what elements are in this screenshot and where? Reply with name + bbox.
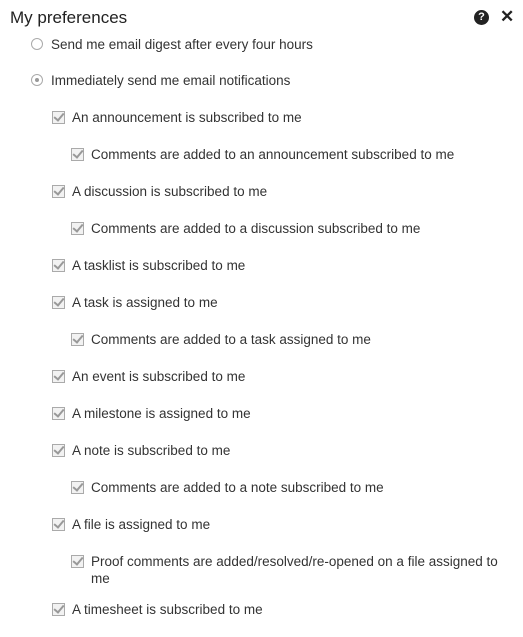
option-discussion-comments[interactable]: Comments are added to a discussion subsc…: [71, 220, 420, 237]
radio-label: Send me email digest after every four ho…: [51, 37, 313, 52]
option-task[interactable]: A task is assigned to me: [52, 294, 218, 311]
checkbox[interactable]: [52, 296, 65, 309]
radio-immediate-option[interactable]: Immediately send me email notifications: [31, 72, 290, 89]
option-announcement-comments[interactable]: Comments are added to an announcement su…: [71, 146, 454, 163]
option-label: A timesheet is subscribed to me: [72, 602, 263, 617]
option-note-comments[interactable]: Comments are added to a note subscribed …: [71, 479, 384, 496]
checkbox[interactable]: [71, 333, 84, 346]
option-label: An event is subscribed to me: [72, 369, 246, 384]
option-task-comments[interactable]: Comments are added to a task assigned to…: [71, 331, 371, 348]
checkbox[interactable]: [71, 222, 84, 235]
option-milestone[interactable]: A milestone is assigned to me: [52, 405, 251, 422]
radio-digest-option[interactable]: Send me email digest after every four ho…: [31, 36, 313, 53]
checkbox[interactable]: [52, 111, 65, 124]
help-icon[interactable]: ?: [474, 10, 489, 25]
option-label: A milestone is assigned to me: [72, 406, 251, 421]
radio-button[interactable]: [31, 38, 43, 50]
option-label: A discussion is subscribed to me: [72, 184, 268, 199]
checkbox[interactable]: [52, 444, 65, 457]
close-icon[interactable]: ✕: [500, 7, 514, 27]
dialog-title: My preferences: [10, 8, 128, 27]
checkbox[interactable]: [52, 370, 65, 383]
option-file[interactable]: A file is assigned to me: [52, 516, 210, 533]
checkbox[interactable]: [71, 555, 84, 568]
dialog-header: My preferences ? ✕: [0, 0, 523, 36]
option-note[interactable]: A note is subscribed to me: [52, 442, 230, 459]
option-label: A note is subscribed to me: [72, 443, 231, 458]
option-label: Comments are added to a note subscribed …: [91, 480, 384, 495]
option-label: A tasklist is subscribed to me: [72, 258, 246, 273]
option-tasklist[interactable]: A tasklist is subscribed to me: [52, 257, 245, 274]
radio-button[interactable]: [31, 74, 43, 86]
option-label: Comments are added to a discussion subsc…: [91, 221, 421, 236]
option-announcement[interactable]: An announcement is subscribed to me: [52, 109, 302, 126]
option-label: A task is assigned to me: [72, 295, 218, 310]
radio-label: Immediately send me email notifications: [51, 73, 291, 88]
option-timesheet[interactable]: A timesheet is subscribed to me: [52, 601, 263, 618]
option-label: A file is assigned to me: [72, 517, 211, 532]
option-file-proof-comments[interactable]: Proof comments are added/resolved/re-ope…: [71, 553, 511, 587]
option-label: Proof comments are added/resolved/re-ope…: [91, 554, 498, 586]
checkbox[interactable]: [52, 603, 65, 616]
checkbox[interactable]: [52, 518, 65, 531]
checkbox[interactable]: [52, 407, 65, 420]
checkbox[interactable]: [71, 481, 84, 494]
option-label: Comments are added to an announcement su…: [91, 147, 455, 162]
checkbox[interactable]: [71, 148, 84, 161]
option-discussion[interactable]: A discussion is subscribed to me: [52, 183, 267, 200]
checkbox[interactable]: [52, 259, 65, 272]
option-label: An announcement is subscribed to me: [72, 110, 302, 125]
option-event[interactable]: An event is subscribed to me: [52, 368, 245, 385]
checkbox[interactable]: [52, 185, 65, 198]
option-label: Comments are added to a task assigned to…: [91, 332, 371, 347]
